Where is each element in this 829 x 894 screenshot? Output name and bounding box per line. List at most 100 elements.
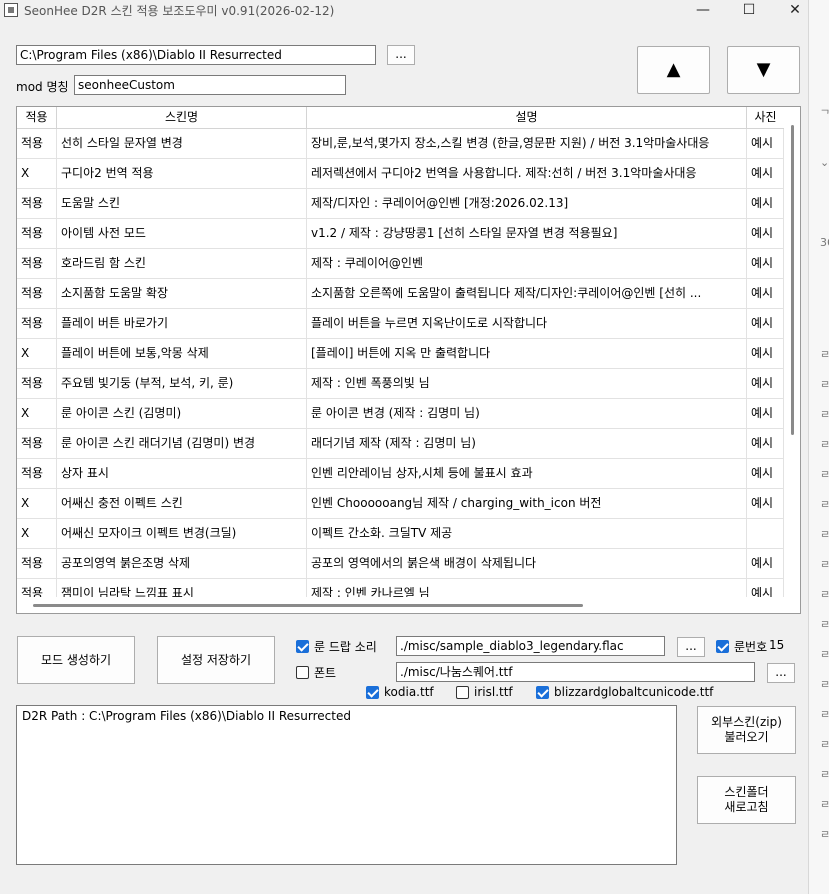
table-row[interactable]: 적용 상자 표시 인벤 리안레이님 상자,시체 등에 불표시 효과 예시 [17, 459, 800, 489]
cell-description[interactable]: 제작 : 쿠레이어@인벤 [307, 249, 747, 279]
header-description[interactable]: 설명 [307, 107, 747, 129]
header-apply[interactable]: 적용 [17, 107, 57, 129]
font-file-blizzard-checkbox[interactable] [536, 686, 549, 699]
log-output[interactable]: D2R Path : C:\Program Files (x86)\Diablo… [16, 705, 677, 865]
cell-apply[interactable]: 적용 [17, 279, 57, 309]
header-photo[interactable]: 사진 [747, 107, 784, 129]
cell-apply[interactable]: X [17, 159, 57, 189]
cell-photo[interactable]: 예시 [747, 279, 784, 309]
move-up-button[interactable]: ▲ [637, 46, 710, 94]
table-row[interactable]: X 어쌔신 모자이크 이펙트 변경(크딜) 이펙트 간소화. 크딜TV 제공 [17, 519, 800, 549]
save-settings-button[interactable]: 설정 저장하기 [157, 636, 275, 684]
cell-skin-name[interactable]: 플레이 버튼에 보통,악몽 삭제 [57, 339, 307, 369]
cell-apply[interactable]: 적용 [17, 429, 57, 459]
cell-apply[interactable]: X [17, 519, 57, 549]
cell-photo[interactable]: 예시 [747, 159, 784, 189]
table-row[interactable]: X룬 아이콘 스킨 (김명미) 룬 아이콘 변경 (제작 : 김명미 님) 예시 [17, 399, 800, 429]
rune-number-input[interactable]: 15 [766, 636, 796, 656]
cell-skin-name[interactable]: 선히 스타일 문자열 변경 [57, 129, 307, 159]
cell-description[interactable]: [플레이] 버튼에 지옥 만 출력합니다 [307, 339, 747, 369]
cell-description[interactable]: 룬 아이콘 변경 (제작 : 김명미 님) [307, 399, 747, 429]
cell-photo[interactable]: 예시 [747, 549, 784, 579]
cell-photo[interactable]: 예시 [747, 399, 784, 429]
cell-apply[interactable]: X [17, 399, 57, 429]
table-row[interactable]: X 구디아2 번역 적용 레저렉션에서 구디아2 번역을 사용합니다. 제작:선히 … [17, 159, 800, 189]
path-browse-button[interactable]: ... [387, 45, 415, 65]
cell-description[interactable]: 장비,룬,보석,몇가지 장소,스킬 변경 (한글,영문판 지원) / 버전 3.… [307, 129, 747, 159]
cell-photo[interactable]: 예시 [747, 339, 784, 369]
table-row[interactable]: X 플레이 버튼에 보통,악몽 삭제 [플레이] 버튼에 지옥 만 출력합니다 예시 [17, 339, 800, 369]
cell-description[interactable]: 제작 : 인벤 폭풍의빛 님 [307, 369, 747, 399]
cell-apply[interactable]: 적용 [17, 369, 57, 399]
horizontal-scroll-thumb[interactable] [33, 604, 583, 607]
table-row[interactable]: 적용 호라드림 함 스킨 제작 : 쿠레이어@인벤 예시 [17, 249, 800, 279]
cell-description[interactable]: 공포의 영역에서의 붉은색 배경이 삭제됩니다 [307, 549, 747, 579]
table-row[interactable]: 적용 룬 아이콘 스킨 래더기념 (김명미) 변경 래더기념 제작 (제작 : 김명… [17, 429, 800, 459]
cell-skin-name[interactable]: 공포의영역 붉은조명 삭제 [57, 549, 307, 579]
cell-apply[interactable]: 적용 [17, 309, 57, 339]
table-row[interactable]: 적용 플레이 버튼 바로가기 플레이 버튼을 누르면 지옥난이도로 시작합니다 예시 [17, 309, 800, 339]
cell-description[interactable]: 인벤 Choooooang님 제작 / charging_with_icon 버… [307, 489, 747, 519]
cell-skin-name[interactable]: 어쌔신 충전 이펙트 스킨 [57, 489, 307, 519]
refresh-skin-folder-button[interactable]: 스킨폴더 새로고침 [697, 776, 796, 824]
move-down-button[interactable]: ▼ [727, 46, 800, 94]
cell-photo[interactable]: 예시 [747, 369, 784, 399]
cell-skin-name[interactable]: 상자 표시 [57, 459, 307, 489]
cell-description[interactable]: 소지품함 오른쪽에 도움말이 출력됩니다 제작/디자인:쿠레이어@인벤 [선히 … [307, 279, 747, 309]
cell-description[interactable]: 플레이 버튼을 누르면 지옥난이도로 시작합니다 [307, 309, 747, 339]
cell-description[interactable]: 인벤 리안레이님 상자,시체 등에 불표시 효과 [307, 459, 747, 489]
cell-skin-name[interactable]: 아이템 사전 모드 [57, 219, 307, 249]
cell-skin-name[interactable]: 룬 아이콘 스킨 (김명미) [57, 399, 307, 429]
cell-photo[interactable]: 예시 [747, 249, 784, 279]
cell-apply[interactable]: 적용 [17, 549, 57, 579]
table-row[interactable]: X 어쌔신 충전 이펙트 스킨 인벤 Choooooang님 제작 / chargi… [17, 489, 800, 519]
font-path-input[interactable]: ./misc/나눔스퀘어.ttf [396, 662, 755, 682]
cell-skin-name[interactable]: 플레이 버튼 바로가기 [57, 309, 307, 339]
font-checkbox[interactable] [296, 666, 309, 679]
cell-skin-name[interactable]: 도움말 스킨 [57, 189, 307, 219]
horizontal-scrollbar[interactable] [17, 597, 800, 613]
cell-photo[interactable]: 예시 [747, 129, 784, 159]
cell-photo[interactable]: 예시 [747, 459, 784, 489]
font-file-irisl-checkbox[interactable] [456, 686, 469, 699]
cell-skin-name[interactable]: 룬 아이콘 스킨 래더기념 (김명미) 변경 [57, 429, 307, 459]
table-row[interactable]: 적용 선히 스타일 문자열 변경 장비,룬,보석,몇가지 장소,스킬 변경 (한글,… [17, 129, 800, 159]
cell-photo[interactable]: 예시 [747, 219, 784, 249]
cell-description[interactable]: 레저렉션에서 구디아2 번역을 사용합니다. 제작:선히 / 버전 3.1악마술… [307, 159, 747, 189]
vertical-scroll-thumb[interactable] [791, 125, 794, 435]
d2r-path-input[interactable]: C:\Program Files (x86)\Diablo II Resurre… [16, 45, 376, 65]
table-row[interactable]: 적용 주요템 빛기둥 (부적, 보석, 키, 룬) 제작 : 인벤 폭풍의빛 님 예시 [17, 369, 800, 399]
cell-apply[interactable]: 적용 [17, 219, 57, 249]
skin-table[interactable]: 적용 스킨명 설명 사진 적용 선히 스타일 문자열 변경 장비,룬,보석,몇가지 … [16, 106, 801, 614]
cell-photo[interactable]: 예시 [747, 189, 784, 219]
table-row[interactable]: 적용 소지품함 도움말 확장 소지품함 오른쪽에 도움말이 출력됩니다 제작/디자인… [17, 279, 800, 309]
cell-photo[interactable]: 예시 [747, 489, 784, 519]
mod-name-input[interactable]: seonheeCustom [74, 75, 346, 95]
maximize-button[interactable]: ☐ [726, 0, 772, 20]
cell-skin-name[interactable]: 소지품함 도움말 확장 [57, 279, 307, 309]
cell-skin-name[interactable]: 주요템 빛기둥 (부적, 보석, 키, 룬) [57, 369, 307, 399]
font-file-kodia-checkbox[interactable] [366, 686, 379, 699]
cell-skin-name[interactable]: 호라드림 함 스킨 [57, 249, 307, 279]
cell-apply[interactable]: X [17, 489, 57, 519]
cell-skin-name[interactable]: 어쌔신 모자이크 이펙트 변경(크딜) [57, 519, 307, 549]
table-row[interactable]: 적용 도움말 스킨 제작/디자인 : 쿠레이어@인벤 [개정:2026.02.13]… [17, 189, 800, 219]
cell-apply[interactable]: 적용 [17, 459, 57, 489]
import-external-skin-button[interactable]: 외부스킨(zip) 불러오기 [697, 706, 796, 754]
vertical-scrollbar[interactable] [784, 107, 800, 597]
cell-photo[interactable] [747, 519, 784, 549]
rune-sound-browse-button[interactable]: ... [677, 637, 705, 657]
rune-sound-path-input[interactable]: ./misc/sample_diablo3_legendary.flac [396, 636, 665, 656]
cell-skin-name[interactable]: 구디아2 번역 적용 [57, 159, 307, 189]
table-row[interactable]: 적용 공포의영역 붉은조명 삭제 공포의 영역에서의 붉은색 배경이 삭제됩니다 예시 [17, 549, 800, 579]
cell-photo[interactable]: 예시 [747, 309, 784, 339]
header-skin-name[interactable]: 스킨명 [57, 107, 307, 129]
cell-description[interactable]: 이펙트 간소화. 크딜TV 제공 [307, 519, 747, 549]
cell-apply[interactable]: X [17, 339, 57, 369]
table-row[interactable]: 적용 아이템 사전 모드 v1.2 / 제작 : 강냥땅콩1 [선히 스타일 문자열… [17, 219, 800, 249]
cell-apply[interactable]: 적용 [17, 249, 57, 279]
cell-description[interactable]: v1.2 / 제작 : 강냥땅콩1 [선히 스타일 문자열 변경 적용필요] [307, 219, 747, 249]
rune-number-checkbox[interactable] [716, 640, 729, 653]
minimize-button[interactable]: — [680, 0, 726, 20]
cell-apply[interactable]: 적용 [17, 189, 57, 219]
